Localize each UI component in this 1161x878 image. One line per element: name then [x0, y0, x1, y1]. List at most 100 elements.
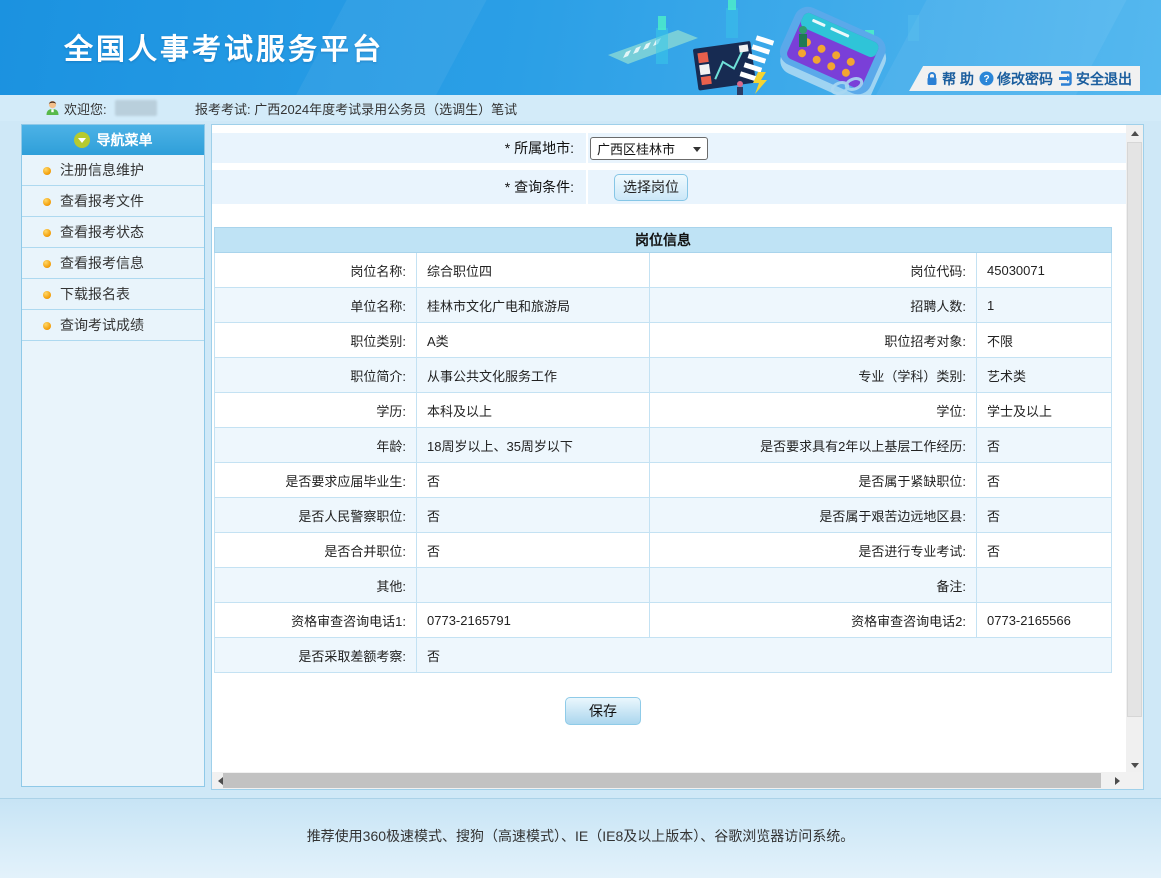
row-label: 单位名称: — [215, 288, 417, 323]
nav-collapse-icon — [74, 132, 90, 148]
row-value: 否 — [417, 533, 650, 568]
table-row: 是否要求应届毕业生: 否 是否属于紧缺职位: 否 — [215, 463, 1112, 498]
vertical-scrollbar[interactable] — [1126, 125, 1143, 774]
logout-label: 安全退出 — [1076, 69, 1132, 89]
row-value: 否 — [977, 428, 1112, 463]
row-value: A类 — [417, 323, 650, 358]
logout-link[interactable]: 安全退出 — [1058, 69, 1132, 89]
arrow-up-icon — [1131, 131, 1139, 136]
row-value: 学士及以上 — [977, 393, 1112, 428]
save-button[interactable]: 保存 — [565, 697, 641, 725]
page-title: 全国人事考试服务平台 — [64, 26, 384, 68]
sidebar-item-label: 查看报考信息 — [60, 253, 144, 273]
bullet-icon — [43, 291, 51, 299]
table-row: 年龄: 18周岁以上、35周岁以下 是否要求具有2年以上基层工作经历: 否 — [215, 428, 1112, 463]
table-title: 岗位信息 — [215, 228, 1112, 253]
row-label: 是否属于紧缺职位: — [650, 463, 977, 498]
change-password-link[interactable]: ? 修改密码 — [979, 69, 1053, 89]
table-row: 是否人民警察职位: 否 是否属于艰苦边远地区县: 否 — [215, 498, 1112, 533]
bullet-icon — [43, 229, 51, 237]
row-value: 综合职位四 — [417, 253, 650, 288]
horizontal-scrollbar[interactable] — [212, 772, 1126, 789]
vertical-scrollbar-thumb[interactable] — [1127, 142, 1142, 717]
row-label: 备注: — [650, 568, 977, 603]
sidebar-nav-header[interactable]: 导航菜单 — [22, 125, 204, 155]
question-icon: ? — [979, 71, 994, 86]
header-toolbar: 帮 助 ? 修改密码 安全退出 — [909, 66, 1140, 91]
row-label: 学位: — [650, 393, 977, 428]
row-value: 0773-2165791 — [417, 603, 650, 638]
row-label: 职位招考对象: — [650, 323, 977, 358]
table-row: 岗位名称: 综合职位四 岗位代码: 45030071 — [215, 253, 1112, 288]
header: 全国人事考试服务平台 — [0, 0, 1161, 95]
row-value: 桂林市文化广电和旅游局 — [417, 288, 650, 323]
row-value: 不限 — [977, 323, 1112, 358]
sidebar-item-register-info[interactable]: 注册信息维护 — [22, 155, 204, 186]
row-label: 年龄: — [215, 428, 417, 463]
row-label: 资格审查咨询电话1: — [215, 603, 417, 638]
city-form-row: * 所属地市: 广西区桂林市 — [212, 133, 1126, 163]
row-label: 岗位名称: — [215, 253, 417, 288]
sidebar-item-label: 下载报名表 — [60, 284, 130, 304]
content-scrollview: * 所属地市: 广西区桂林市 * 查询条件: 选择岗位 岗位信息 岗位名称: — [212, 125, 1126, 772]
arrow-right-icon — [1115, 777, 1120, 785]
bullet-icon — [43, 322, 51, 330]
sidebar-item-exam-files[interactable]: 查看报考文件 — [22, 186, 204, 217]
row-label: 是否人民警察职位: — [215, 498, 417, 533]
lock-icon — [925, 71, 939, 86]
table-row: 职位简介: 从事公共文化服务工作 专业（学科）类别: 艺术类 — [215, 358, 1112, 393]
row-label: 是否要求应届毕业生: — [215, 463, 417, 498]
sidebar-item-exam-status[interactable]: 查看报考状态 — [22, 217, 204, 248]
sidebar-item-download-form[interactable]: 下载报名表 — [22, 279, 204, 310]
main-content-panel: * 所属地市: 广西区桂林市 * 查询条件: 选择岗位 岗位信息 岗位名称: — [211, 124, 1144, 790]
username-redacted — [115, 100, 157, 116]
row-value: 否 — [417, 463, 650, 498]
welcome-bar: 欢迎您: 报考考试: 广西2024年度考试录用公务员（选调生）笔试 — [0, 95, 1161, 121]
welcome-greeting: 欢迎您: — [64, 99, 107, 118]
query-form-row: * 查询条件: 选择岗位 — [212, 170, 1126, 204]
sidebar-item-query-score[interactable]: 查询考试成绩 — [22, 310, 204, 341]
city-select[interactable]: 广西区桂林市 — [590, 137, 708, 160]
table-row: 其他: 备注: — [215, 568, 1112, 603]
scroll-left-button[interactable] — [212, 772, 229, 789]
change-password-label: 修改密码 — [997, 69, 1053, 89]
row-label: 是否合并职位: — [215, 533, 417, 568]
row-value: 18周岁以上、35周岁以下 — [417, 428, 650, 463]
position-info-table: 岗位信息 岗位名称: 综合职位四 岗位代码: 45030071 单位名称: 桂林… — [214, 227, 1112, 673]
table-row: 职位类别: A类 职位招考对象: 不限 — [215, 323, 1112, 358]
row-label: 其他: — [215, 568, 417, 603]
sidebar-item-label: 查看报考状态 — [60, 222, 144, 242]
select-position-button[interactable]: 选择岗位 — [614, 174, 688, 201]
arrow-down-icon — [1131, 763, 1139, 768]
query-label: * 查询条件: — [212, 170, 586, 204]
header-illustration — [608, 0, 938, 95]
row-value — [417, 568, 650, 603]
bullet-icon — [43, 198, 51, 206]
row-label: 是否进行专业考试: — [650, 533, 977, 568]
row-label: 岗位代码: — [650, 253, 977, 288]
horizontal-scrollbar-thumb[interactable] — [223, 773, 1101, 788]
svg-text:?: ? — [983, 74, 989, 85]
logout-icon — [1058, 71, 1073, 86]
sidebar-item-label: 查看报考文件 — [60, 191, 144, 211]
exam-name-text: 报考考试: 广西2024年度考试录用公务员（选调生）笔试 — [195, 99, 517, 118]
row-value: 0773-2165566 — [977, 603, 1112, 638]
row-value: 本科及以上 — [417, 393, 650, 428]
table-row: 单位名称: 桂林市文化广电和旅游局 招聘人数: 1 — [215, 288, 1112, 323]
row-value: 艺术类 — [977, 358, 1112, 393]
scroll-right-button[interactable] — [1109, 772, 1126, 789]
sidebar-item-label: 注册信息维护 — [60, 160, 144, 180]
help-link[interactable]: 帮 助 — [925, 69, 974, 89]
sidebar-item-exam-info[interactable]: 查看报考信息 — [22, 248, 204, 279]
browser-recommendation-text: 推荐使用360极速模式、搜狗（高速模式）、IE（IE8及以上版本）、谷歌浏览器访… — [307, 828, 855, 844]
row-value: 45030071 — [977, 253, 1112, 288]
table-row: 学历: 本科及以上 学位: 学士及以上 — [215, 393, 1112, 428]
table-row: 资格审查咨询电话1: 0773-2165791 资格审查咨询电话2: 0773-… — [215, 603, 1112, 638]
scroll-up-button[interactable] — [1126, 125, 1143, 142]
row-label: 专业（学科）类别: — [650, 358, 977, 393]
bullet-icon — [43, 260, 51, 268]
row-value: 否 — [977, 533, 1112, 568]
row-value: 1 — [977, 288, 1112, 323]
help-label: 帮 助 — [942, 69, 974, 89]
nav-header-label: 导航菜单 — [97, 130, 153, 150]
